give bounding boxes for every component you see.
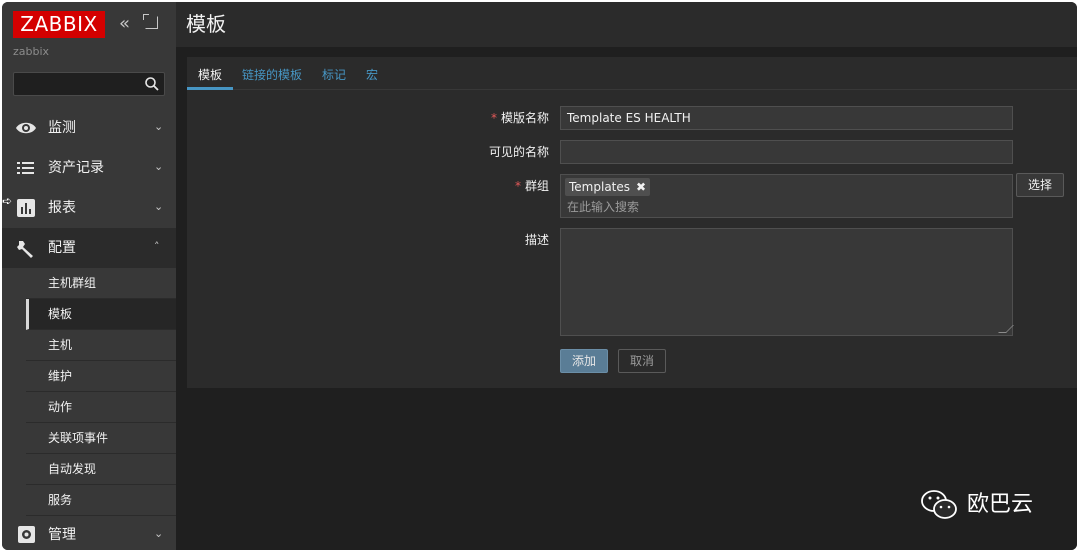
server-name: zabbix: [13, 45, 50, 58]
chevron-down-icon: ⌄: [154, 160, 164, 173]
mouse-cursor-icon: ➪: [2, 194, 13, 208]
chevron-up-icon: ˄: [154, 240, 160, 253]
watermark: 欧巴云: [920, 489, 1033, 519]
app-window: ZABBIX « zabbix 监测 ⌄ 资产记录 ⌄ 报表 ⌄ 配置 ˄ 主机…: [2, 2, 1077, 550]
remove-tag-icon[interactable]: ✖: [636, 178, 646, 196]
tab-bar: 模板 链接的模板 标记 宏: [187, 57, 1077, 90]
eye-icon: [16, 122, 36, 134]
visible-name-label: 可见的名称: [488, 145, 549, 159]
group-tag: Templates ✖: [565, 178, 651, 196]
tab-tags[interactable]: 标记: [322, 67, 346, 83]
tab-linked-templates[interactable]: 链接的模板: [242, 67, 302, 83]
menu-label: 报表: [48, 200, 76, 216]
template-form-panel: 模板 链接的模板 标记 宏 * 模版名称 Template ES HEALTH 可…: [187, 57, 1077, 388]
groups-search-placeholder[interactable]: 在此输入搜索: [567, 198, 639, 215]
sidebar: ZABBIX « zabbix 监测 ⌄ 资产记录 ⌄ 报表 ⌄ 配置 ˄ 主机…: [2, 2, 176, 550]
groups-multiselect[interactable]: Templates ✖ 在此输入搜索: [560, 174, 1013, 218]
submenu-item-services[interactable]: 服务: [26, 485, 176, 516]
description-textarea[interactable]: [560, 228, 1014, 336]
submenu-item-actions[interactable]: 动作: [26, 392, 176, 423]
wrench-icon: [17, 241, 33, 258]
submenu-item-templates[interactable]: 模板: [26, 299, 176, 330]
configuration-submenu: 主机群组 模板 主机 维护 动作 关联项事件 自动发现 服务: [26, 268, 176, 516]
list-icon: [17, 162, 34, 174]
description-label: 描述: [524, 233, 549, 247]
add-button[interactable]: 添加: [560, 349, 608, 373]
submenu-item-hosts[interactable]: 主机: [26, 330, 176, 361]
menu-label: 资产记录: [48, 160, 104, 176]
select-groups-button[interactable]: 选择: [1016, 173, 1064, 197]
visible-name-input[interactable]: [560, 140, 1013, 164]
menu-item-reports[interactable]: 报表 ⌄: [2, 188, 176, 228]
resize-handle-icon[interactable]: [998, 325, 1014, 333]
tab-template[interactable]: 模板: [198, 67, 222, 83]
page-header: 模板: [176, 2, 1077, 47]
cancel-button[interactable]: 取消: [618, 349, 666, 373]
wechat-icon: [921, 490, 957, 519]
tab-macros[interactable]: 宏: [366, 67, 378, 83]
menu-label: 监测: [48, 120, 76, 136]
zabbix-logo[interactable]: ZABBIX: [13, 11, 105, 38]
watermark-text: 欧巴云: [967, 492, 1034, 517]
required-marker: *: [490, 111, 497, 125]
menu-label: 管理: [48, 527, 76, 543]
required-marker: *: [514, 179, 521, 193]
active-tab-indicator: [187, 87, 233, 90]
template-name-label: * 模版名称: [490, 111, 549, 125]
gear-icon: [18, 526, 35, 543]
menu-item-inventory[interactable]: 资产记录 ⌄: [2, 148, 176, 188]
submenu-item-maintenance[interactable]: 维护: [26, 361, 176, 392]
search-icon[interactable]: [144, 76, 160, 92]
submenu-item-discovery[interactable]: 自动发现: [26, 454, 176, 485]
search-input[interactable]: [13, 72, 165, 96]
bar-chart-icon: [17, 199, 35, 217]
menu-item-monitoring[interactable]: 监测 ⌄: [2, 108, 176, 148]
kiosk-mode-icon[interactable]: [143, 14, 158, 29]
menu-label: 配置: [48, 240, 76, 256]
submenu-item-event-correlation[interactable]: 关联项事件: [26, 423, 176, 454]
template-name-input[interactable]: Template ES HEALTH: [560, 106, 1013, 130]
chevron-down-icon: ⌄: [154, 120, 164, 133]
menu-item-configuration[interactable]: 配置 ˄: [2, 228, 176, 268]
groups-label: * 群组: [514, 179, 549, 193]
collapse-sidebar-icon[interactable]: «: [119, 14, 130, 34]
menu-item-administration[interactable]: 管理 ⌄: [2, 515, 176, 550]
submenu-item-host-groups[interactable]: 主机群组: [26, 268, 176, 299]
page-title: 模板: [186, 12, 226, 36]
chevron-down-icon: ⌄: [154, 527, 164, 540]
chevron-down-icon: ⌄: [154, 200, 164, 213]
